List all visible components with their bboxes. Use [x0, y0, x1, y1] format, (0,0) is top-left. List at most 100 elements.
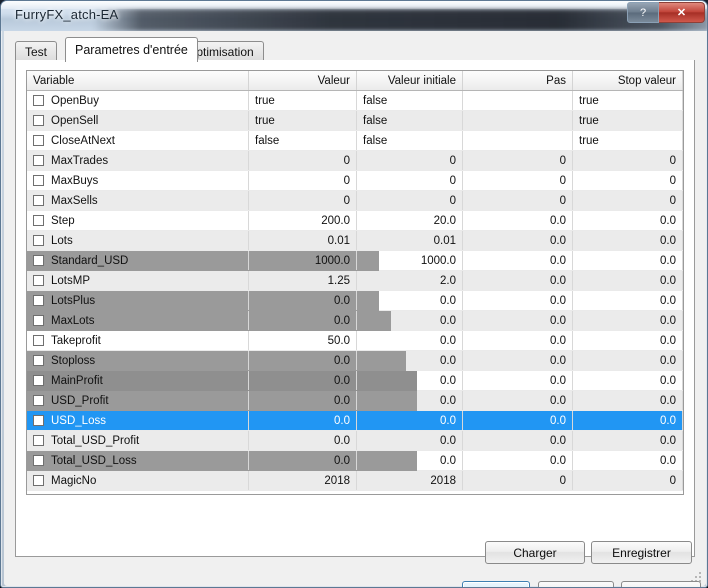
cell-valeur[interactable]: 0.0 [249, 411, 357, 430]
cell-stop-valeur[interactable]: 0.0 [573, 351, 683, 370]
row-checkbox[interactable] [33, 195, 44, 206]
cell-pas[interactable]: 0.0 [463, 211, 573, 230]
table-row[interactable]: USD_Loss0.00.00.00.0 [27, 411, 683, 431]
cell-pas[interactable]: 0.0 [463, 391, 573, 410]
cell-variable[interactable]: Standard_USD [27, 251, 249, 270]
row-checkbox[interactable] [33, 175, 44, 186]
column-header-valeur[interactable]: Valeur [249, 71, 357, 90]
cell-variable[interactable]: MaxTrades [27, 151, 249, 170]
row-checkbox[interactable] [33, 215, 44, 226]
cell-valeur-initiale[interactable]: 0.0 [357, 371, 463, 390]
column-header-valeur-initiale[interactable]: Valeur initiale [357, 71, 463, 90]
cell-valeur-initiale[interactable]: 0.0 [357, 291, 463, 310]
cell-valeur-initiale[interactable]: 0.0 [357, 391, 463, 410]
cell-stop-valeur[interactable]: 0.0 [573, 291, 683, 310]
cell-valeur-initiale[interactable]: 2.0 [357, 271, 463, 290]
charger-button[interactable]: Charger [485, 541, 585, 564]
cell-stop-valeur[interactable]: 0.0 [573, 391, 683, 410]
cell-valeur-initiale[interactable]: 0.01 [357, 231, 463, 250]
cell-valeur-initiale[interactable]: false [357, 131, 463, 150]
table-row[interactable]: OpenSelltruefalsetrue [27, 111, 683, 131]
cell-variable[interactable]: OpenSell [27, 111, 249, 130]
cell-valeur-initiale[interactable]: 2018 [357, 471, 463, 490]
tab-test[interactable]: Test [15, 41, 57, 61]
cell-valeur[interactable]: true [249, 111, 357, 130]
row-checkbox[interactable] [33, 335, 44, 346]
reset-button[interactable]: Remise a zéro [621, 581, 701, 588]
cell-variable[interactable]: MainProfit [27, 371, 249, 390]
row-checkbox[interactable] [33, 275, 44, 286]
cell-variable[interactable]: USD_Loss [27, 411, 249, 430]
cell-pas[interactable]: 0.0 [463, 431, 573, 450]
row-checkbox[interactable] [33, 95, 44, 106]
cell-pas[interactable]: 0.0 [463, 311, 573, 330]
table-row[interactable]: CloseAtNextfalsefalsetrue [27, 131, 683, 151]
cell-pas[interactable] [463, 91, 573, 110]
cell-valeur[interactable]: 0 [249, 171, 357, 190]
cell-variable[interactable]: Lots [27, 231, 249, 250]
cell-variable[interactable]: Total_USD_Profit [27, 431, 249, 450]
enregistrer-button[interactable]: Enregistrer [591, 541, 692, 564]
cell-stop-valeur[interactable]: 0 [573, 171, 683, 190]
cell-variable[interactable]: OpenBuy [27, 91, 249, 110]
cell-valeur-initiale[interactable]: 20.0 [357, 211, 463, 230]
cell-stop-valeur[interactable]: 0 [573, 471, 683, 490]
cell-stop-valeur[interactable]: 0.0 [573, 231, 683, 250]
table-row[interactable]: Lots0.010.010.00.0 [27, 231, 683, 251]
cell-variable[interactable]: CloseAtNext [27, 131, 249, 150]
cell-variable[interactable]: Step [27, 211, 249, 230]
cell-valeur[interactable]: 0.0 [249, 391, 357, 410]
cell-valeur[interactable]: 0.0 [249, 371, 357, 390]
table-row[interactable]: Total_USD_Profit0.00.00.00.0 [27, 431, 683, 451]
cell-valeur[interactable]: 2018 [249, 471, 357, 490]
row-checkbox[interactable] [33, 475, 44, 486]
row-checkbox[interactable] [33, 435, 44, 446]
cell-stop-valeur[interactable]: 0.0 [573, 211, 683, 230]
row-checkbox[interactable] [33, 415, 44, 426]
cell-valeur-initiale[interactable]: 0 [357, 151, 463, 170]
table-row[interactable]: MagicNo2018201800 [27, 471, 683, 491]
column-header-stop-valeur[interactable]: Stop valeur [573, 71, 683, 90]
help-button[interactable]: ? [627, 2, 659, 23]
cell-valeur[interactable]: 0.0 [249, 291, 357, 310]
row-checkbox[interactable] [33, 255, 44, 266]
cell-valeur-initiale[interactable]: 0.0 [357, 451, 463, 470]
cell-valeur-initiale[interactable]: 0.0 [357, 331, 463, 350]
cell-pas[interactable] [463, 131, 573, 150]
cell-stop-valeur[interactable]: 0.0 [573, 311, 683, 330]
table-row[interactable]: Step200.020.00.00.0 [27, 211, 683, 231]
cell-valeur[interactable]: 0 [249, 151, 357, 170]
row-checkbox[interactable] [33, 315, 44, 326]
table-row[interactable]: MaxTrades0000 [27, 151, 683, 171]
cell-valeur-initiale[interactable]: 0 [357, 171, 463, 190]
table-row[interactable]: Takeprofit50.00.00.00.0 [27, 331, 683, 351]
cell-pas[interactable]: 0.0 [463, 411, 573, 430]
cell-valeur-initiale[interactable]: 0.0 [357, 311, 463, 330]
cell-valeur[interactable]: true [249, 91, 357, 110]
table-row[interactable]: Total_USD_Loss0.00.00.00.0 [27, 451, 683, 471]
cell-stop-valeur[interactable]: 0.0 [573, 371, 683, 390]
row-checkbox[interactable] [33, 135, 44, 146]
cell-pas[interactable]: 0.0 [463, 291, 573, 310]
cell-pas[interactable]: 0 [463, 171, 573, 190]
cell-stop-valeur[interactable]: 0.0 [573, 411, 683, 430]
cell-stop-valeur[interactable]: true [573, 111, 683, 130]
row-checkbox[interactable] [33, 295, 44, 306]
table-row[interactable]: LotsPlus0.00.00.00.0 [27, 291, 683, 311]
cell-pas[interactable]: 0.0 [463, 371, 573, 390]
cell-valeur[interactable]: 1.25 [249, 271, 357, 290]
cell-valeur-initiale[interactable]: 1000.0 [357, 251, 463, 270]
row-checkbox[interactable] [33, 455, 44, 466]
parameters-table[interactable]: Variable Valeur Valeur initiale Pas Stop… [26, 70, 684, 495]
cell-valeur[interactable]: 0.0 [249, 431, 357, 450]
cell-stop-valeur[interactable]: 0.0 [573, 251, 683, 270]
table-row[interactable]: MaxSells0000 [27, 191, 683, 211]
cell-valeur[interactable]: 0 [249, 191, 357, 210]
cell-valeur-initiale[interactable]: false [357, 91, 463, 110]
row-checkbox[interactable] [33, 115, 44, 126]
cell-valeur[interactable]: 200.0 [249, 211, 357, 230]
cell-variable[interactable]: Takeprofit [27, 331, 249, 350]
tab-parametres-dentree[interactable]: Parametres d'entrée [65, 37, 198, 62]
cell-pas[interactable]: 0 [463, 471, 573, 490]
cell-stop-valeur[interactable]: 0 [573, 151, 683, 170]
